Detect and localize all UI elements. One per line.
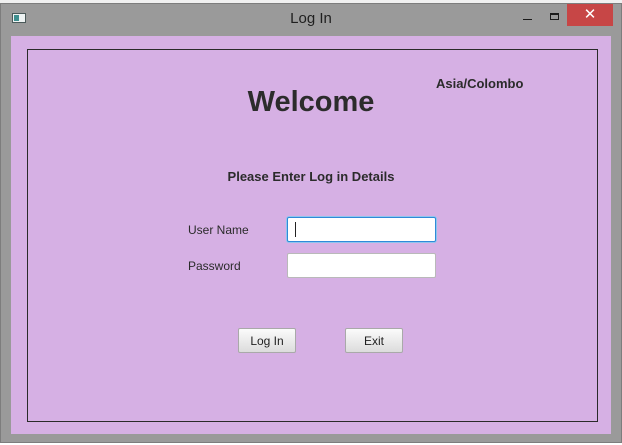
instructions-text: Please Enter Log in Details [227,169,395,184]
login-button[interactable]: Log In [238,328,296,353]
login-window: Log In ✕ Asia/Colombo Welcome Please Ent… [0,3,622,443]
password-label: Password [188,259,241,273]
maximize-icon [549,12,559,20]
username-input[interactable] [287,217,436,242]
close-icon: ✕ [583,6,597,23]
minimize-icon [522,18,532,20]
login-form-area: Asia/Colombo Welcome Please Enter Log in… [11,36,611,434]
text-caret [295,222,296,237]
title-bar[interactable]: Log In ✕ [1,4,621,33]
minimize-button[interactable] [514,4,540,26]
username-label: User Name [188,223,249,237]
exit-button[interactable]: Exit [345,328,403,353]
close-button[interactable]: ✕ [567,4,613,26]
password-input[interactable] [287,253,436,278]
maximize-button[interactable] [541,4,567,26]
welcome-heading: Welcome [247,86,375,118]
